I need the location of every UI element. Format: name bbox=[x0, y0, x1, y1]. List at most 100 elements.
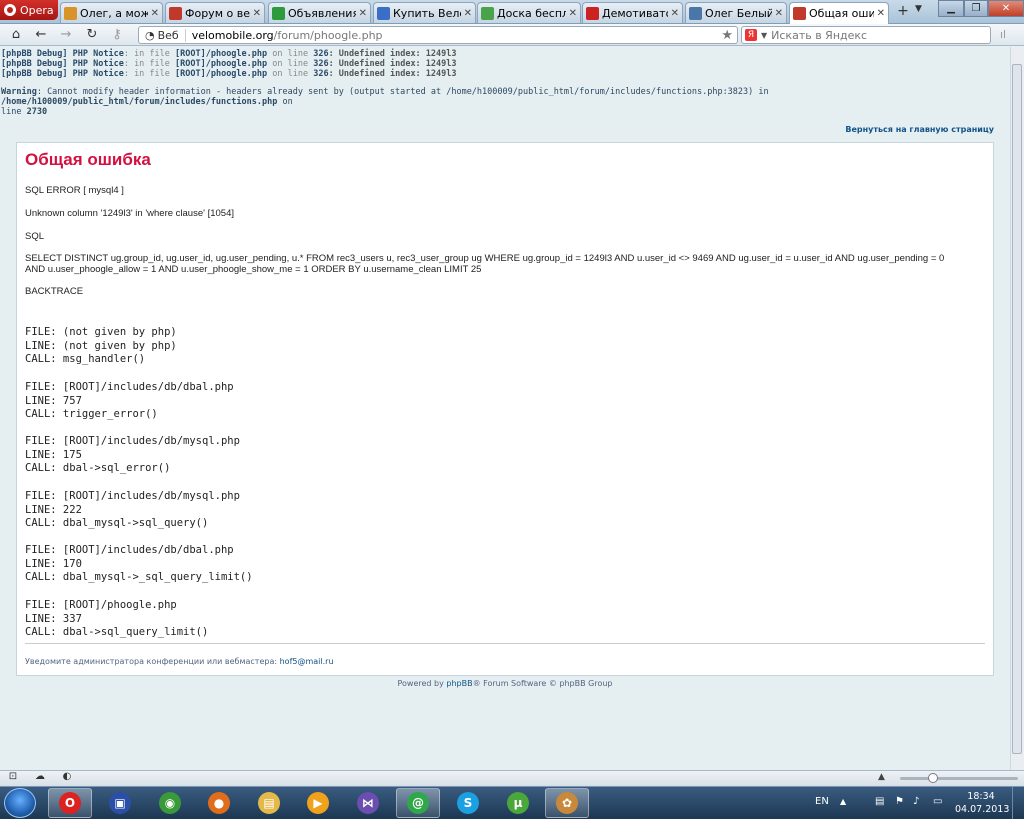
status-bar bbox=[0, 770, 1024, 786]
show-desktop-button[interactable] bbox=[1012, 787, 1024, 819]
backtrace-line: LINE: (not given by php) bbox=[25, 339, 177, 352]
taskbar-utorrent-button[interactable]: µ bbox=[496, 788, 540, 818]
debug-notices: [phpBB Debug] PHP Notice: in file [ROOT]… bbox=[1, 49, 457, 79]
tab-close-icon[interactable]: ✕ bbox=[151, 8, 159, 19]
close-icon[interactable]: ✕ bbox=[988, 0, 1024, 17]
save-icon: ▣ bbox=[109, 792, 131, 814]
media-icon: ▶ bbox=[307, 792, 329, 814]
speed-dial-icon[interactable]: ◐ bbox=[60, 771, 74, 783]
tab-3[interactable]: Объявления •...✕ bbox=[268, 2, 371, 23]
tab-2[interactable]: Форум о вело...✕ bbox=[165, 2, 265, 23]
backtrace-line: LINE: 170 bbox=[25, 557, 82, 570]
network-icon[interactable]: ▭ bbox=[933, 796, 942, 807]
taskbar-mail-button[interactable]: @ bbox=[396, 788, 440, 818]
tab-5[interactable]: Доска беспла...✕ bbox=[477, 2, 581, 23]
bookmark-star-icon[interactable]: ★ bbox=[721, 28, 737, 43]
sql-heading: SQL bbox=[25, 231, 45, 242]
volume-icon[interactable]: ♪ bbox=[913, 796, 919, 807]
new-tab-button[interactable]: + bbox=[893, 3, 913, 21]
backtrace-line: LINE: 175 bbox=[25, 448, 82, 461]
tab-favicon-icon bbox=[169, 6, 182, 20]
taskbar-chrome-button[interactable]: ◉ bbox=[148, 788, 192, 818]
tab-favicon-icon bbox=[64, 6, 77, 20]
backtrace-entry: FILE: [ROOT]/phoogle.php LINE: 337 CALL: d… bbox=[25, 599, 208, 640]
tab-7[interactable]: Олег Белый ✕ bbox=[685, 2, 787, 23]
backtrace-call: CALL: trigger_error() bbox=[25, 408, 158, 421]
tab-6[interactable]: Демотиватор...✕ bbox=[582, 2, 683, 23]
tab-label: Купить Велос... bbox=[393, 6, 461, 20]
home-icon[interactable]: ⌂ bbox=[6, 26, 26, 44]
action-center-icon[interactable]: ⚑ bbox=[895, 796, 904, 807]
divider bbox=[25, 643, 985, 644]
taskbar-skype-button[interactable]: S bbox=[446, 788, 490, 818]
tab-close-icon[interactable]: ✕ bbox=[569, 8, 577, 19]
back-icon[interactable]: ← bbox=[31, 26, 51, 44]
flag-icon[interactable]: ▤ bbox=[875, 796, 884, 807]
tab-4[interactable]: Купить Велос...✕ bbox=[373, 2, 476, 23]
backtrace-file: FILE: (not given by php) bbox=[25, 326, 177, 338]
zoom-slider[interactable] bbox=[900, 777, 1018, 780]
sql-error-line: SQL ERROR [ mysql4 ] bbox=[25, 185, 124, 196]
clock[interactable]: 18:34 04.07.2013 bbox=[955, 790, 1009, 816]
opera-logo-icon bbox=[4, 4, 16, 16]
search-field[interactable]: Я ▼ Искать в Яндекс bbox=[741, 26, 991, 44]
backtrace-heading: BACKTRACE bbox=[25, 286, 84, 297]
debug-notice: [phpBB Debug] PHP Notice: in file [ROOT]… bbox=[1, 59, 457, 69]
tab-label: Форум о вело... bbox=[185, 6, 250, 20]
reload-icon[interactable]: ↻ bbox=[82, 26, 102, 44]
tab-1[interactable]: Олег, а может...✕ bbox=[60, 2, 163, 23]
tab-favicon-icon bbox=[481, 6, 494, 20]
taskbar-explorer-button[interactable]: ▤ bbox=[247, 788, 291, 818]
backtrace-entry: FILE: [ROOT]/includes/db/mysql.php LINE: … bbox=[25, 490, 240, 531]
taskbar-paint-button[interactable]: ✿ bbox=[545, 788, 589, 818]
zoom-up-icon[interactable]: ▲ bbox=[878, 772, 885, 782]
opera-menu-button[interactable]: Opera bbox=[0, 0, 58, 20]
backtrace-call: CALL: dbal->sql_query_limit() bbox=[25, 626, 209, 639]
backtrace-line: LINE: 337 bbox=[25, 612, 82, 625]
scrollbar-thumb[interactable] bbox=[1012, 64, 1022, 754]
taskbar-media-button[interactable]: ▶ bbox=[296, 788, 340, 818]
search-engine-dropdown-icon[interactable]: ▼ bbox=[761, 31, 767, 40]
tab-8[interactable]: Общая ошибка✕ bbox=[789, 2, 889, 24]
debug-notice: [phpBB Debug] PHP Notice: in file [ROOT]… bbox=[1, 69, 457, 79]
tab-label: Олег Белый bbox=[705, 6, 772, 20]
php-warning: Warning: Cannot modify header informatio… bbox=[1, 87, 769, 117]
zoom-slider-thumb[interactable] bbox=[928, 773, 938, 783]
panel-toggle-icon[interactable]: ⊡ bbox=[6, 771, 20, 783]
forward-icon[interactable]: → bbox=[56, 26, 76, 44]
panel-bars-icon[interactable]: ıl bbox=[1000, 28, 1006, 41]
tab-close-icon[interactable]: ✕ bbox=[464, 8, 472, 19]
key-icon[interactable]: ⚷ bbox=[107, 26, 127, 44]
maximize-icon[interactable]: ❐ bbox=[964, 0, 988, 17]
tab-label: Демотиватор... bbox=[602, 6, 668, 20]
admin-email-link[interactable]: hof5@mail.ru bbox=[280, 657, 334, 666]
tab-favicon-icon bbox=[272, 6, 285, 20]
url-field[interactable]: velomobile.org/forum/phoogle.php bbox=[186, 29, 722, 42]
error-panel: Общая ошибка SQL ERROR [ mysql4 ] Unknow… bbox=[16, 142, 994, 676]
tab-close-icon[interactable]: ✕ bbox=[877, 8, 885, 19]
tray-expand-icon[interactable]: ▲ bbox=[840, 797, 846, 806]
backtrace-call: CALL: dbal_mysql->_sql_query_limit() bbox=[25, 571, 253, 584]
cloud-icon[interactable]: ☁ bbox=[33, 771, 47, 783]
tab-close-icon[interactable]: ✕ bbox=[671, 8, 679, 19]
minimize-icon[interactable]: ▁ bbox=[938, 0, 964, 17]
tab-menu-icon[interactable]: ▼ bbox=[915, 4, 922, 14]
phpbb-link[interactable]: phpBB bbox=[446, 679, 472, 688]
language-indicator[interactable]: EN bbox=[815, 796, 829, 807]
tab-close-icon[interactable]: ✕ bbox=[253, 8, 261, 19]
admin-notice: Уведомите администратора конференции или… bbox=[25, 657, 334, 666]
backtrace-file: FILE: [ROOT]/includes/db/dbal.php bbox=[25, 544, 234, 556]
back-to-index-link[interactable]: Вернуться на главную страницу bbox=[845, 125, 994, 134]
taskbar-firefox-button[interactable]: ● bbox=[197, 788, 241, 818]
yandex-logo: Я bbox=[745, 29, 757, 41]
taskbar-vs-button[interactable]: ⋈ bbox=[346, 788, 390, 818]
tab-close-icon[interactable]: ✕ bbox=[775, 8, 783, 19]
start-button[interactable] bbox=[4, 788, 36, 818]
tab-close-icon[interactable]: ✕ bbox=[359, 8, 367, 19]
address-bar[interactable]: ◔ Веб velomobile.org/forum/phoogle.php ★ bbox=[138, 26, 738, 44]
taskbar-save-button[interactable]: ▣ bbox=[98, 788, 142, 818]
taskbar-opera-button[interactable]: O bbox=[48, 788, 92, 818]
page-content: [phpBB Debug] PHP Notice: in file [ROOT]… bbox=[0, 47, 1010, 770]
tab-favicon-icon bbox=[689, 6, 702, 20]
tab-label: Объявления •... bbox=[288, 6, 356, 20]
